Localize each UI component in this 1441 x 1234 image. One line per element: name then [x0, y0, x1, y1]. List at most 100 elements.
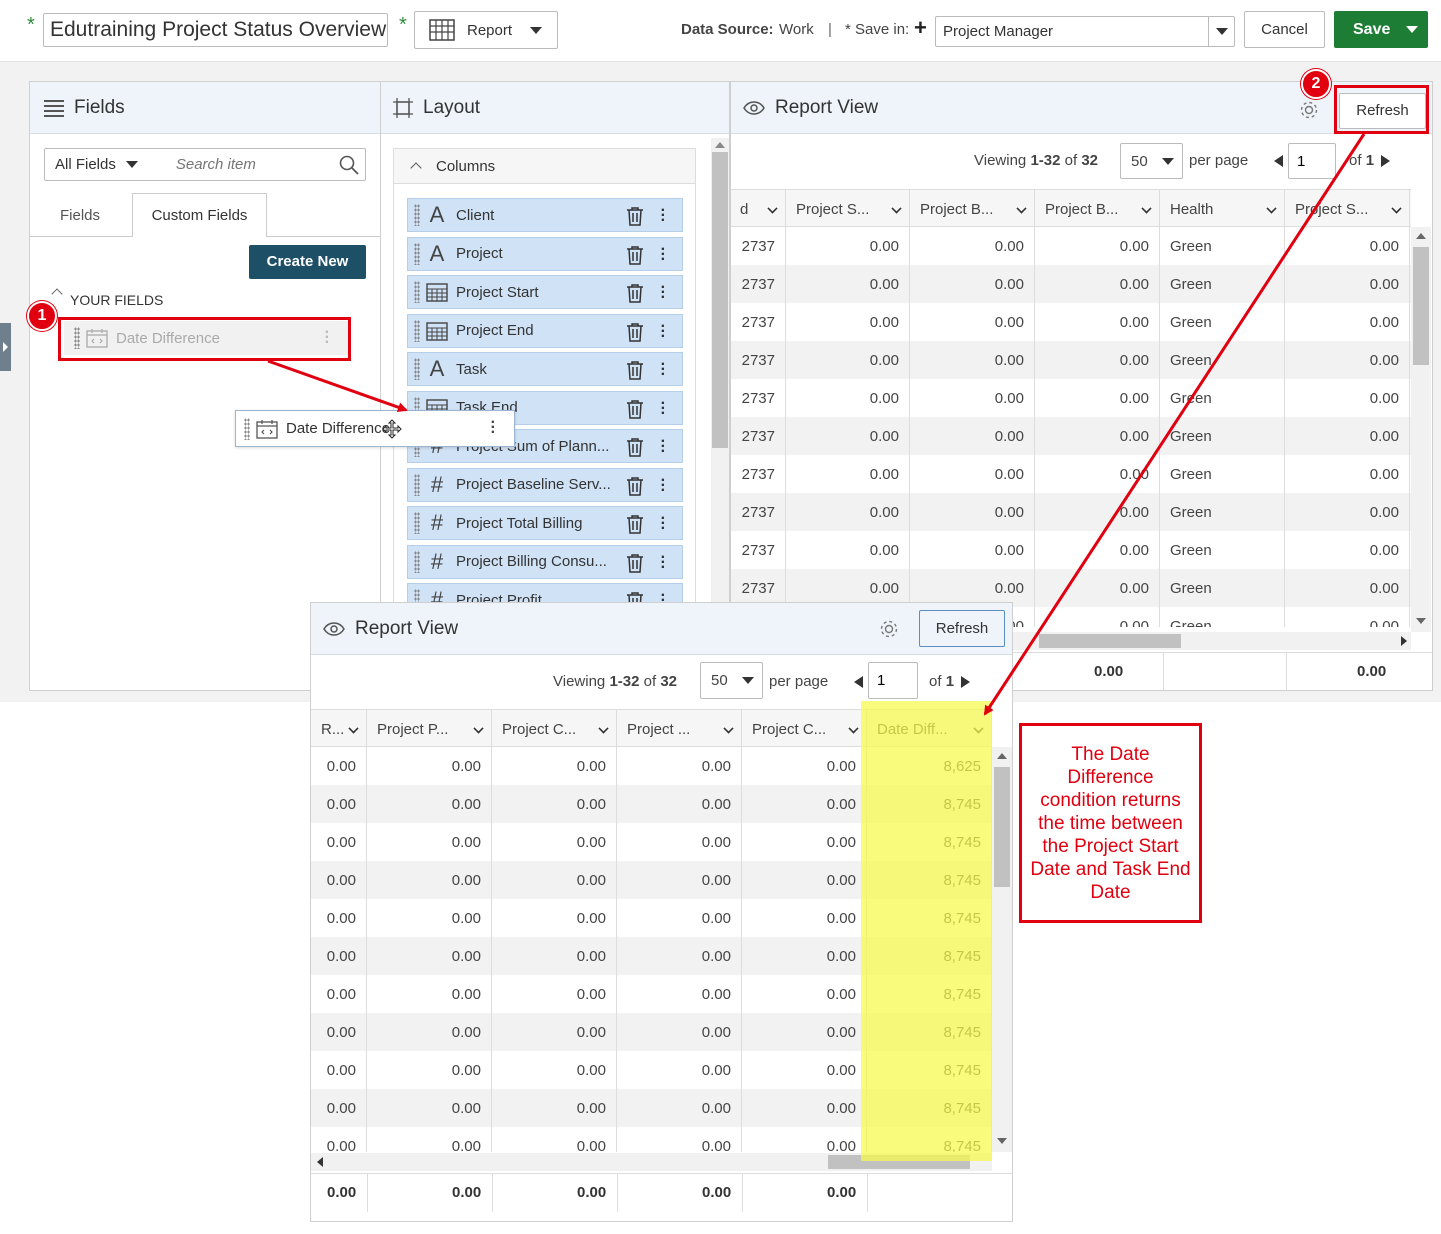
more-vertical-icon[interactable]: ···: [661, 318, 666, 344]
chevron-down-icon[interactable]: [767, 203, 778, 214]
gear-icon[interactable]: [878, 618, 900, 640]
tab-custom-fields[interactable]: Custom Fields: [132, 193, 267, 237]
more-vertical-icon[interactable]: ···: [661, 395, 666, 421]
column-header[interactable]: d: [731, 190, 786, 228]
field-filter-select[interactable]: All Fields: [55, 156, 116, 173]
save-button[interactable]: Save: [1334, 11, 1428, 48]
column-item[interactable]: # Project Total Billing · · ·: [407, 506, 683, 540]
chevron-down-icon[interactable]: [723, 723, 734, 734]
chevron-down-icon[interactable]: [1266, 203, 1277, 214]
trash-icon[interactable]: [626, 206, 644, 226]
refresh-button[interactable]: Refresh: [919, 610, 1005, 647]
search-icon[interactable]: [339, 155, 359, 175]
chevron-down-icon[interactable]: [125, 161, 138, 168]
table-row[interactable]: 2737 0.00 0.00 0.00 Green 0.00: [731, 417, 1411, 455]
column-item[interactable]: Project Start · · ·: [407, 275, 683, 309]
column-header[interactable]: Project ...: [617, 710, 742, 748]
chevron-down-icon[interactable]: [891, 203, 902, 214]
columns-section-header[interactable]: Columns: [394, 149, 695, 184]
chevron-up-icon[interactable]: [51, 288, 63, 300]
trash-icon[interactable]: [626, 322, 644, 342]
column-header[interactable]: Health: [1160, 190, 1285, 228]
chevron-down-icon[interactable]: [473, 723, 484, 734]
cancel-button[interactable]: Cancel: [1244, 11, 1325, 48]
column-item[interactable]: A Project · · ·: [407, 236, 683, 271]
chevron-down-icon[interactable]: [348, 723, 359, 734]
column-header[interactable]: Project S...: [1285, 190, 1410, 228]
column-item[interactable]: # Project Billing Consu... · · ·: [407, 544, 683, 579]
sidebar-toggle[interactable]: [0, 323, 11, 371]
more-vertical-icon[interactable]: ···: [661, 357, 666, 383]
column-item[interactable]: A Client · · ·: [407, 198, 683, 232]
table-row[interactable]: 2737 0.00 0.00 0.00 Green 0.00: [731, 265, 1411, 303]
more-vertical-icon[interactable]: ···: [661, 241, 666, 267]
drag-handle-icon[interactable]: [414, 281, 420, 303]
per-page-select[interactable]: 50: [1120, 143, 1183, 179]
drag-handle-icon[interactable]: [414, 473, 420, 496]
more-vertical-icon[interactable]: ···: [661, 434, 666, 460]
column-header[interactable]: Project B...: [1035, 190, 1160, 228]
page-input[interactable]: [1288, 143, 1336, 179]
column-header[interactable]: Project B...: [910, 190, 1035, 228]
tab-fields[interactable]: Fields: [60, 207, 100, 224]
column-header[interactable]: Project C...: [742, 710, 867, 748]
page-input[interactable]: [868, 662, 918, 699]
per-page-select[interactable]: 50: [700, 662, 763, 699]
column-header[interactable]: Project C...: [492, 710, 617, 748]
prev-page-icon[interactable]: [854, 676, 863, 688]
column-header[interactable]: Project S...: [786, 190, 910, 228]
trash-icon[interactable]: [626, 437, 644, 457]
trash-icon[interactable]: [626, 360, 644, 380]
trash-icon[interactable]: [626, 245, 644, 265]
more-vertical-icon[interactable]: ···: [661, 511, 666, 537]
report-name-input[interactable]: [43, 13, 388, 47]
drag-handle-icon[interactable]: [244, 417, 250, 440]
chevron-down-icon[interactable]: [1406, 26, 1419, 33]
table-scrollbar[interactable]: [992, 747, 1012, 1152]
column-item[interactable]: # Project Baseline Serv... · · ·: [407, 467, 683, 502]
gear-icon[interactable]: [1298, 99, 1320, 121]
table-row[interactable]: 2737 0.00 0.00 0.00 Green 0.00: [731, 493, 1411, 531]
chevron-down-icon[interactable]: [1141, 203, 1152, 214]
chevron-down-icon[interactable]: [1391, 203, 1402, 214]
drag-handle-icon[interactable]: [414, 512, 420, 534]
column-header[interactable]: R...: [311, 710, 367, 748]
column-item[interactable]: Project End · · ·: [407, 313, 683, 348]
chevron-up-icon[interactable]: [410, 162, 422, 174]
dragging-field[interactable]: Date Difference · · ·: [235, 410, 515, 447]
more-vertical-icon[interactable]: ···: [491, 415, 496, 441]
trash-icon[interactable]: [626, 553, 644, 573]
chevron-down-icon[interactable]: [1016, 203, 1027, 214]
trash-icon[interactable]: [626, 283, 644, 303]
column-header[interactable]: Project P...: [367, 710, 492, 748]
table-row[interactable]: 2737 0.00 0.00 0.00 Green 0.00: [731, 379, 1411, 417]
table-row[interactable]: 2737 0.00 0.00 0.00 Green 0.00: [731, 455, 1411, 493]
drag-handle-icon[interactable]: [414, 204, 420, 226]
plus-icon[interactable]: +: [914, 17, 927, 39]
table-row[interactable]: 2737 0.00 0.00 0.00 Green 0.00: [731, 341, 1411, 379]
table-row[interactable]: 2737 0.00 0.00 0.00 Green 0.00: [731, 531, 1411, 569]
more-vertical-icon[interactable]: ···: [661, 549, 666, 575]
table-row[interactable]: 2737 0.00 0.00 0.00 Green 0.00: [731, 227, 1411, 265]
prev-page-icon[interactable]: [1274, 155, 1283, 167]
drag-handle-icon[interactable]: [414, 358, 420, 380]
trash-icon[interactable]: [626, 514, 644, 534]
search-input[interactable]: [175, 156, 276, 173]
table-scrollbar[interactable]: [1411, 227, 1431, 632]
report-type-dropdown[interactable]: Report: [414, 11, 558, 49]
drag-handle-icon[interactable]: [414, 319, 420, 342]
create-new-button[interactable]: Create New: [249, 245, 366, 279]
trash-icon[interactable]: [626, 476, 644, 496]
more-vertical-icon[interactable]: ···: [661, 203, 666, 229]
drag-handle-icon[interactable]: [414, 242, 420, 265]
next-page-icon[interactable]: [1381, 155, 1390, 167]
chevron-down-icon[interactable]: [598, 723, 609, 734]
save-in-select[interactable]: Project Manager: [935, 16, 1235, 47]
more-vertical-icon[interactable]: ···: [661, 280, 666, 306]
drag-handle-icon[interactable]: [414, 550, 420, 573]
next-page-icon[interactable]: [961, 676, 970, 688]
table-row[interactable]: 2737 0.00 0.00 0.00 Green 0.00: [731, 303, 1411, 341]
more-vertical-icon[interactable]: ···: [661, 472, 666, 498]
trash-icon[interactable]: [626, 399, 644, 419]
column-item[interactable]: A Task · · ·: [407, 352, 683, 386]
